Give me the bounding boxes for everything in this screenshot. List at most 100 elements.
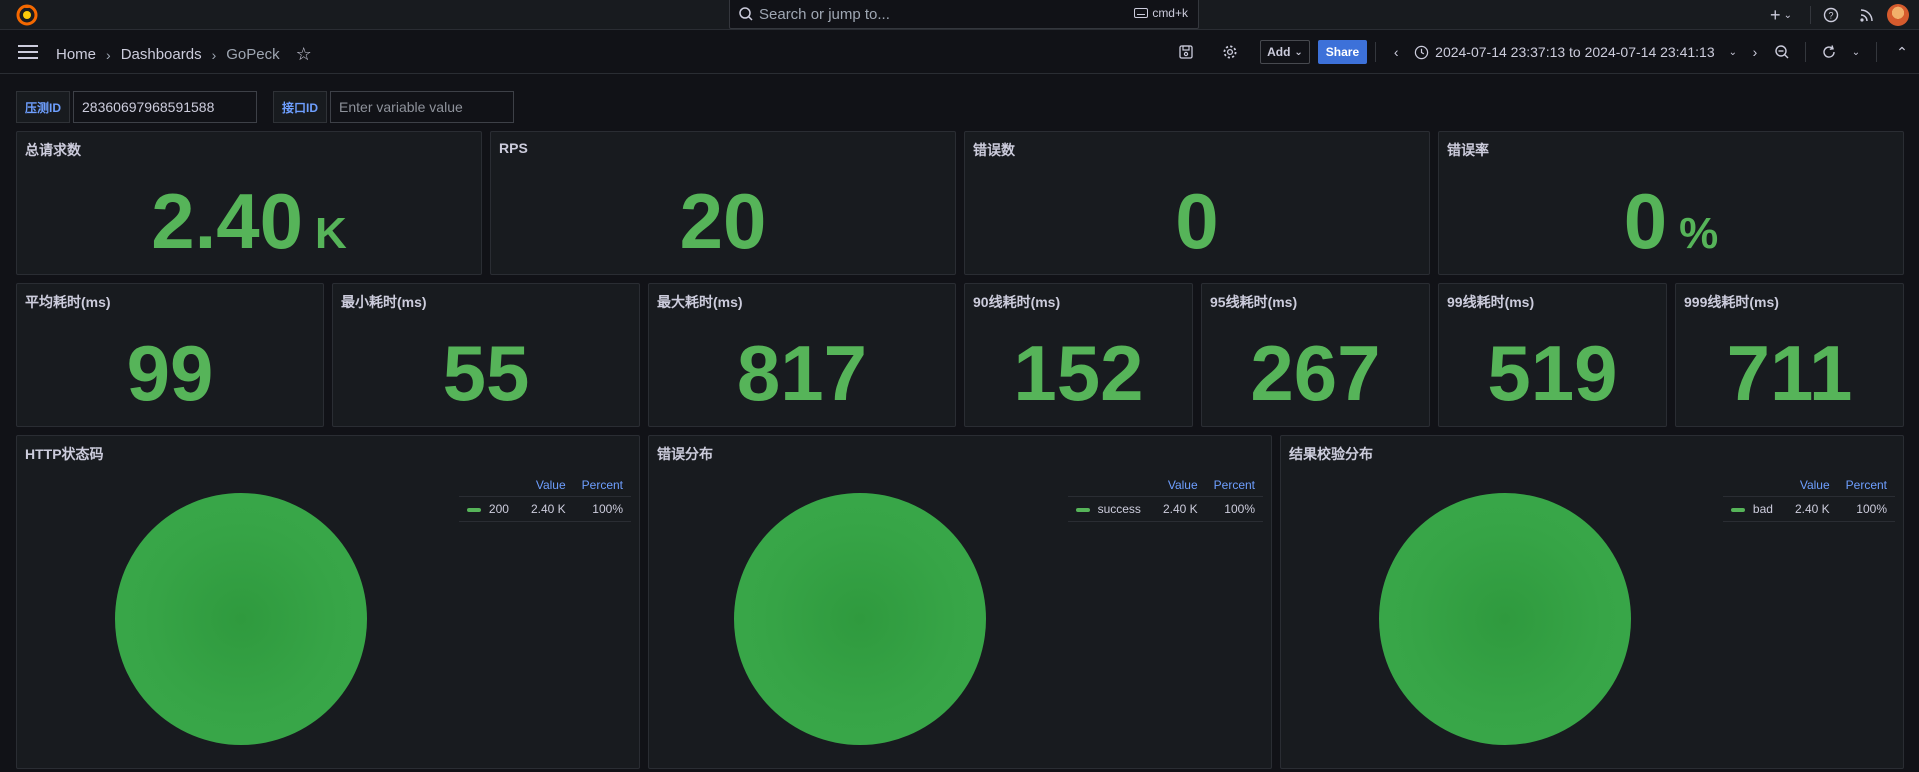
user-avatar[interactable] [1887, 4, 1909, 26]
refresh-icon [1823, 45, 1835, 58]
legend-header-value[interactable]: Value [523, 476, 574, 497]
rss-icon [1860, 9, 1873, 22]
refresh-interval-dropdown[interactable]: ⌄ [1844, 40, 1868, 64]
time-back-button[interactable]: ‹ [1384, 40, 1408, 64]
breadcrumb-current: GoPeck [226, 46, 280, 63]
panel-title: HTTP状态码 [25, 446, 104, 462]
new-menu-button[interactable]: + ⌄ [1758, 1, 1804, 29]
legend-value: 2.40 K [1786, 496, 1838, 522]
chevron-down-icon: ⌄ [1851, 46, 1861, 58]
stat-panel-p95-latency[interactable]: 95线耗时(ms) 267 [1201, 283, 1430, 427]
collapse-toolbar-button[interactable]: ⌃ [1885, 40, 1919, 64]
stat-value: 0% [1623, 177, 1719, 265]
star-icon[interactable]: ☆ [296, 44, 312, 65]
variable-input-test-id[interactable]: 28360697968591588 [73, 91, 258, 123]
stat-panel-p90-latency[interactable]: 90线耗时(ms) 152 [964, 283, 1193, 427]
legend-value: 2.40 K [522, 496, 574, 522]
pie-panel-http-status[interactable]: HTTP状态码 Value Percent 200 2.40 K 100% [16, 435, 640, 769]
stat-panel-avg-latency[interactable]: 平均耗时(ms) 99 [16, 283, 324, 427]
stat-value: 0 [1175, 177, 1219, 265]
legend-header-percent[interactable]: Percent [1838, 476, 1895, 497]
breadcrumb-dashboards[interactable]: Dashboards [121, 46, 202, 63]
pie-panel-error-distribution[interactable]: 错误分布 Value Percent success 2.40 K 100% [648, 435, 1272, 769]
pie-slice-bad[interactable] [1379, 493, 1631, 745]
search-icon [739, 7, 753, 21]
share-button[interactable]: Share [1317, 40, 1368, 64]
legend-row[interactable]: 200 2.40 K 100% [458, 496, 631, 522]
stat-value: 152 [1013, 329, 1144, 417]
pie-panel-validation-distribution[interactable]: 结果校验分布 Value Percent bad 2.40 K 100% [1280, 435, 1904, 769]
shortcut-label: cmd+k [1152, 6, 1188, 20]
legend-percent: 100% [1837, 496, 1895, 522]
legend-row[interactable]: success 2.40 K 100% [1067, 496, 1263, 522]
stat-value: 20 [679, 177, 767, 265]
zoom-out-icon [1775, 45, 1789, 59]
panel-title: 错误分布 [657, 446, 713, 462]
save-dashboard-button[interactable] [1171, 40, 1201, 64]
variable-input-api-id[interactable]: Enter variable value [330, 91, 515, 123]
panel-title: RPS [499, 140, 528, 156]
variable-label-api-id: 接口ID [273, 91, 328, 123]
help-button[interactable]: ? [1817, 1, 1845, 29]
time-range-label: 2024-07-14 23:37:13 to 2024-07-14 23:41:… [1435, 44, 1715, 60]
pie-legend: Value Percent 200 2.40 K 100% [458, 476, 631, 522]
gear-icon [1223, 45, 1237, 59]
stat-value: 55 [442, 329, 530, 417]
legend-percent: 100% [573, 496, 631, 522]
time-range-picker[interactable]: 2024-07-14 23:37:13 to 2024-07-14 23:41:… [1414, 44, 1737, 60]
refresh-button[interactable] [1814, 40, 1844, 64]
legend-series-name: bad [1752, 502, 1773, 516]
legend-series-name: success [1097, 502, 1141, 516]
time-forward-button[interactable]: › [1743, 40, 1767, 64]
chevron-right-icon: › [211, 46, 217, 63]
chevron-down-icon: ⌄ [1728, 46, 1737, 58]
chevron-right-icon: › [106, 46, 111, 63]
save-icon [1179, 45, 1193, 59]
stat-panel-p99-latency[interactable]: 99线耗时(ms) 519 [1438, 283, 1667, 427]
panel-title: 平均耗时(ms) [25, 294, 111, 310]
chevron-left-icon: ‹ [1393, 44, 1399, 60]
divider [1810, 6, 1811, 24]
search-bar[interactable]: Search or jump to... cmd+k [729, 0, 1199, 29]
legend-header-value[interactable]: Value [1787, 476, 1838, 497]
plus-icon: + [1770, 4, 1781, 25]
keyboard-icon [1134, 8, 1149, 18]
legend-header-value[interactable]: Value [1155, 476, 1206, 497]
stat-panel-error-rate[interactable]: 错误率 0% [1438, 131, 1904, 275]
chevron-down-icon: ⌄ [1294, 46, 1303, 58]
panel-title: 99线耗时(ms) [1447, 294, 1535, 310]
menu-toggle-icon[interactable] [18, 45, 38, 59]
stat-panel-rps[interactable]: RPS 20 [490, 131, 956, 275]
panel-title: 错误数 [973, 142, 1015, 158]
divider [1876, 42, 1877, 62]
legend-swatch [1075, 507, 1090, 512]
panel-title: 95线耗时(ms) [1210, 294, 1298, 310]
breadcrumb-home[interactable]: Home [56, 46, 96, 63]
legend-value: 2.40 K [1154, 496, 1206, 522]
panel-title: 总请求数 [25, 142, 81, 158]
pie-slice-200[interactable] [115, 493, 367, 745]
stat-panel-max-latency[interactable]: 最大耗时(ms) 817 [648, 283, 956, 427]
variables-bar: 压测ID 28360697968591588 接口ID Enter variab… [16, 91, 515, 123]
stat-panel-total-requests[interactable]: 总请求数 2.40 K [16, 131, 482, 275]
news-button[interactable] [1853, 1, 1881, 29]
legend-header-percent[interactable]: Percent [1206, 476, 1263, 497]
grafana-logo-icon[interactable] [16, 4, 38, 26]
divider [1805, 42, 1806, 62]
legend-header-percent[interactable]: Percent [574, 476, 631, 497]
panel-title: 最大耗时(ms) [657, 294, 743, 310]
dashboard-nav-bar: Home › Dashboards › GoPeck ☆ Add ⌄ Share … [0, 30, 1919, 74]
legend-row[interactable]: bad 2.40 K 100% [1722, 496, 1895, 522]
stat-panel-p999-latency[interactable]: 999线耗时(ms) 711 [1675, 283, 1904, 427]
zoom-out-button[interactable] [1767, 40, 1797, 64]
add-button[interactable]: Add ⌄ [1260, 40, 1310, 64]
pie-slice-success[interactable] [734, 493, 986, 745]
variable-label-test-id: 压测ID [16, 91, 71, 123]
stat-panel-min-latency[interactable]: 最小耗时(ms) 55 [332, 283, 640, 427]
legend-series-name: 200 [488, 502, 509, 516]
stat-panel-error-count[interactable]: 错误数 0 [964, 131, 1430, 275]
dashboard-settings-button[interactable] [1215, 40, 1245, 64]
panel-title: 结果校验分布 [1289, 446, 1373, 462]
legend-percent: 100% [1205, 496, 1263, 522]
legend-swatch [1730, 507, 1745, 512]
